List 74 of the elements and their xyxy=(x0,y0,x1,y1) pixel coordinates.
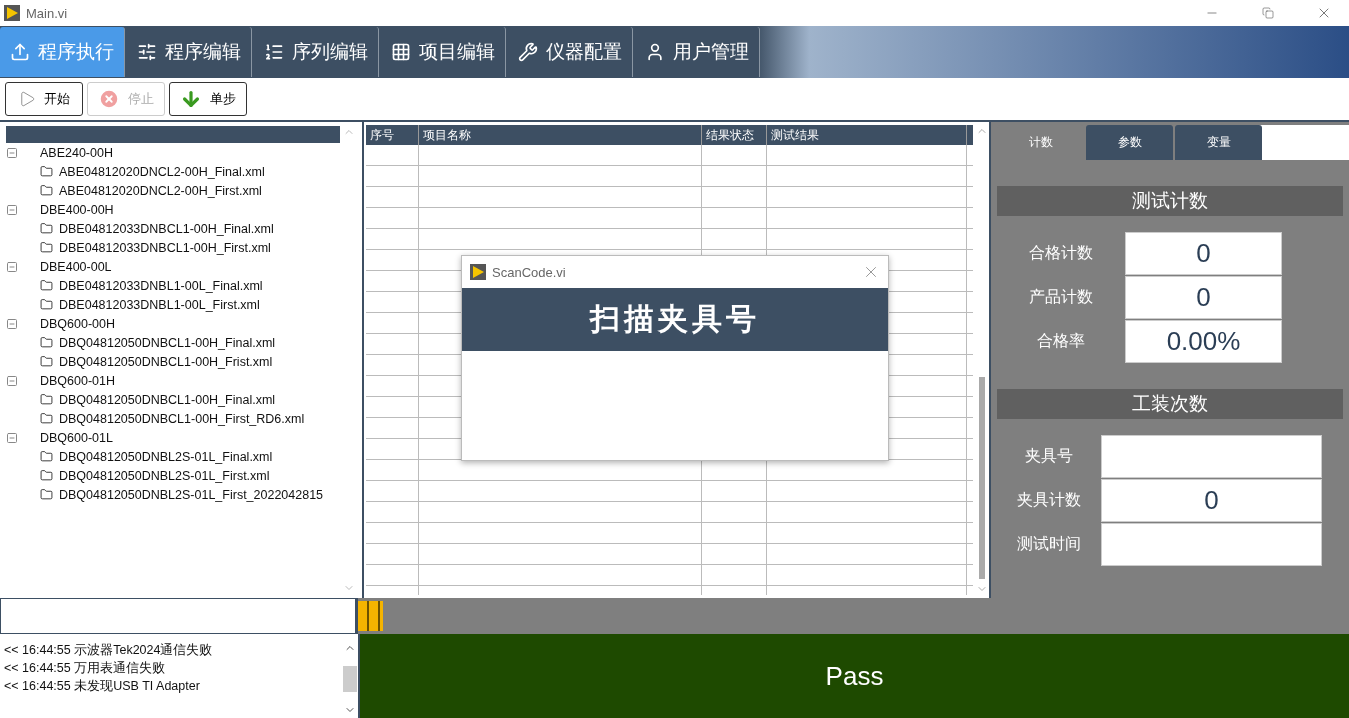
tree-node[interactable]: ABE240-00H xyxy=(6,143,340,162)
folder-icon xyxy=(40,488,53,501)
play-icon xyxy=(18,90,36,108)
collapse-icon[interactable] xyxy=(6,146,18,159)
dialog-title: ScanCode.vi xyxy=(492,264,567,280)
tree-leaf[interactable]: DBQ04812050DNBL2S-01L_First_2022042815 xyxy=(6,485,340,504)
collapse-icon[interactable] xyxy=(6,431,18,444)
scrollbar-thumb[interactable] xyxy=(343,666,357,692)
column-header: 结果状态 xyxy=(702,125,767,146)
collapse-icon[interactable] xyxy=(6,317,18,330)
window-title: Main.vi xyxy=(26,5,69,21)
tree-node[interactable]: DBE400-00H xyxy=(6,200,340,219)
field-label: 测试时间 xyxy=(1016,534,1082,554)
down-arrow-icon xyxy=(180,88,202,110)
value-field: 0 xyxy=(1125,276,1282,319)
collapse-icon[interactable] xyxy=(6,260,18,273)
tree-leaf[interactable]: DBE04812033DNBCL1-00H_Final.xml xyxy=(6,219,340,238)
field-label: 产品计数 xyxy=(1028,287,1094,307)
folder-icon xyxy=(40,336,53,349)
tree-leaf[interactable]: DBQ04812050DNBCL1-00H_Frist.xml xyxy=(6,352,340,371)
tree-leaf[interactable]: ABE04812020DNCL2-00H_Final.xml xyxy=(6,162,340,181)
folder-icon xyxy=(40,241,53,254)
tree-node[interactable]: DBQ600-01H xyxy=(6,371,340,390)
section-title: 测试计数 xyxy=(997,186,1343,216)
log-line: << 16:44:55 示波器Tek2024通信失败 xyxy=(4,642,214,659)
field-label: 合格计数 xyxy=(1028,243,1094,263)
input-field[interactable] xyxy=(0,598,356,634)
value-field: 0 xyxy=(1125,232,1282,275)
result-panel: Pass xyxy=(360,634,1349,718)
scrollbar-thumb[interactable] xyxy=(979,377,985,579)
field-label: 夹具计数 xyxy=(1016,490,1082,510)
log-line: << 16:44:55 万用表通信失败 xyxy=(4,660,167,677)
restore-icon[interactable] xyxy=(1262,7,1274,19)
panel-tab[interactable]: 变量 xyxy=(1175,125,1262,160)
tree-leaf[interactable]: DBE04812033DNBCL1-00H_First.xml xyxy=(6,238,340,257)
tree-leaf[interactable]: ABE04812020DNCL2-00H_First.xml xyxy=(6,181,340,200)
stop-icon xyxy=(98,88,120,110)
tree-leaf[interactable]: DBQ04812050DNBCL1-00H_Final.xml xyxy=(6,390,340,409)
app-logo-icon xyxy=(470,264,486,280)
tree-leaf[interactable]: DBQ04812050DNBL2S-01L_Final.xml xyxy=(6,447,340,466)
collapse-icon[interactable] xyxy=(6,374,18,387)
value-field: 0 xyxy=(1101,479,1322,522)
tree-node[interactable]: DBQ600-01L xyxy=(6,428,340,447)
folder-icon xyxy=(40,412,53,425)
column-header: 测试结果 xyxy=(767,125,967,146)
dialog-heading: 扫描夹具号 xyxy=(462,288,888,351)
folder-icon xyxy=(40,279,53,292)
folder-icon xyxy=(40,184,53,197)
tree-leaf[interactable]: DBE04812033DNBL1-00L_Final.xml xyxy=(6,276,340,295)
toolbar-button[interactable]: 开始 xyxy=(5,82,83,116)
tree-node[interactable]: DBE400-00L xyxy=(6,257,340,276)
folder-icon xyxy=(40,165,53,178)
value-field: 0.00% xyxy=(1125,320,1282,363)
folder-icon xyxy=(40,222,53,235)
tree-leaf[interactable]: DBQ04812050DNBL2S-01L_First.xml xyxy=(6,466,340,485)
field-label: 合格率 xyxy=(1036,331,1086,351)
log-line: << 16:44:55 未发现USB TI Adapter xyxy=(4,678,201,695)
folder-icon xyxy=(40,298,53,311)
column-header: 序号 xyxy=(366,125,419,146)
tree-node[interactable]: DBQ600-00H xyxy=(6,314,340,333)
column-header: 项目名称 xyxy=(419,125,702,146)
panel-tab[interactable]: 参数 xyxy=(1086,125,1173,160)
collapse-icon[interactable] xyxy=(6,203,18,216)
folder-icon xyxy=(40,355,53,368)
tree-leaf[interactable]: DBQ04812050DNBCL1-00H_Final.xml xyxy=(6,333,340,352)
folder-icon xyxy=(40,469,53,482)
tree-leaf[interactable]: DBQ04812050DNBCL1-00H_First_RD6.xml xyxy=(6,409,340,428)
folder-icon xyxy=(40,393,53,406)
section-title: 工装次数 xyxy=(997,389,1343,419)
folder-icon xyxy=(40,450,53,463)
app-logo-icon xyxy=(4,5,20,21)
toolbar-button[interactable]: 单步 xyxy=(169,82,247,116)
field-label: 夹具号 xyxy=(1024,446,1074,466)
tree-leaf[interactable]: DBE04812033DNBL1-00L_First.xml xyxy=(6,295,340,314)
